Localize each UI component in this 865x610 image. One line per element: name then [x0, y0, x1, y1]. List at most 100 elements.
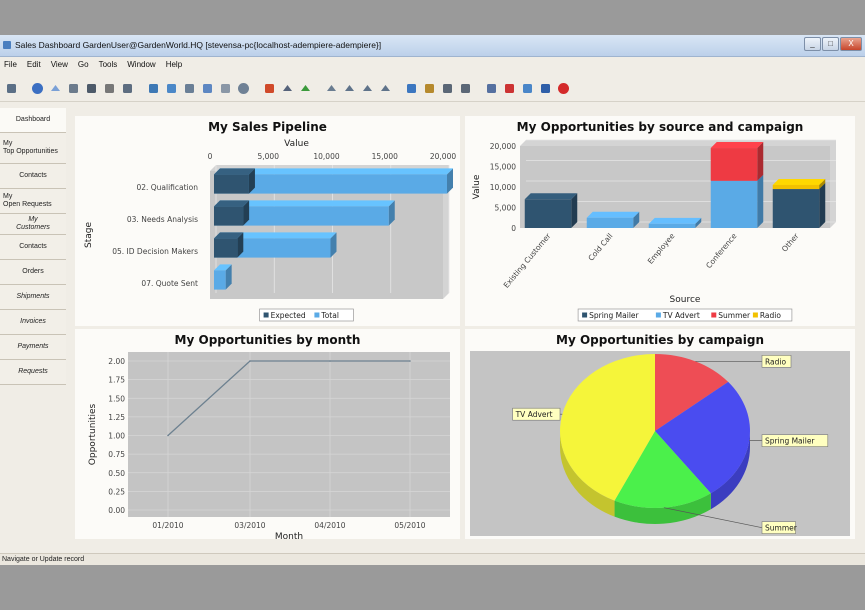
refresh-icon[interactable] — [147, 82, 160, 95]
print-preview-icon[interactable] — [441, 82, 454, 95]
bar-segment — [772, 189, 820, 228]
close-button[interactable]: X — [840, 37, 862, 51]
toolbar — [0, 75, 865, 102]
dashboard-area: My Sales Pipeline Value 0 5,000 10,000 15,000… — [70, 113, 860, 541]
plot-area — [128, 352, 450, 517]
legend-swatch — [752, 312, 758, 318]
sidebar-item-label: Payments — [17, 343, 49, 350]
first-record-icon[interactable] — [325, 82, 338, 95]
sidebar-item-open-requests[interactable]: My Open Requests — [0, 189, 66, 214]
menu-help[interactable]: Help — [166, 60, 182, 69]
y-tick-label: 0.00 — [108, 506, 125, 515]
last-record-icon[interactable] — [379, 82, 392, 95]
bar-top — [524, 193, 578, 200]
delete-selection-icon[interactable] — [103, 82, 116, 95]
help-icon[interactable] — [31, 82, 44, 95]
legend-swatch — [582, 312, 588, 318]
y-tick-label: 5,000 — [495, 204, 517, 213]
y-axis-label: Opportunities — [88, 403, 98, 465]
sidebar-item-dashboard[interactable]: Dashboard — [0, 108, 66, 133]
back-icon[interactable] — [281, 82, 294, 95]
minimize-button[interactable]: _ — [804, 37, 821, 51]
archive-icon[interactable] — [423, 82, 436, 95]
y-axis-label: Value — [472, 174, 482, 199]
find-icon[interactable] — [165, 82, 178, 95]
print-icon[interactable] — [459, 82, 472, 95]
sidebar-item-label: Shipments — [16, 293, 50, 300]
sidebar-item-orders[interactable]: Orders — [0, 260, 66, 285]
title-bar: Sales Dashboard GardenUser@GardenWorld.H… — [0, 35, 865, 57]
y-tick-label: 0 — [511, 224, 516, 233]
y-tick-label: 1.25 — [108, 413, 125, 422]
window-title: Sales Dashboard GardenUser@GardenWorld.H… — [15, 40, 382, 50]
menu-bar: File Edit View Go Tools Window Help — [0, 57, 865, 72]
next-record-icon[interactable] — [361, 82, 374, 95]
x-tick-label: 10,000 — [313, 152, 339, 161]
report-icon[interactable] — [405, 82, 418, 95]
request-icon[interactable] — [521, 82, 534, 95]
end-icon[interactable] — [557, 82, 570, 95]
y-axis-label: Stage — [84, 222, 94, 248]
menu-view[interactable]: View — [51, 60, 68, 69]
icon-shape — [381, 84, 390, 91]
x-tick-label: Employee — [646, 231, 677, 266]
menu-go[interactable]: Go — [78, 60, 89, 69]
bar-top — [648, 217, 702, 224]
data-point — [329, 360, 331, 362]
x-tick-label: 0 — [208, 152, 213, 161]
bar-side — [819, 183, 826, 228]
sidebar-item-requests[interactable]: Requests — [0, 360, 66, 385]
legend-label: Spring Mailer — [589, 311, 639, 320]
history-icon[interactable] — [237, 82, 250, 95]
menu-window[interactable]: Window — [127, 60, 155, 69]
sidebar-item-top-opportunities[interactable]: My Top Opportunities — [0, 133, 66, 164]
slice-label: Radio — [765, 357, 786, 366]
sidebar-item-customer-contacts[interactable]: Contacts — [0, 235, 66, 260]
menu-edit[interactable]: Edit — [27, 60, 41, 69]
menu-file[interactable]: File — [4, 60, 17, 69]
x-tick-label: 04/2010 — [314, 521, 345, 530]
sales-pipeline-chart: My Sales Pipeline Value 0 5,000 10,000 15,000… — [84, 120, 456, 322]
sidebar-item-contacts[interactable]: Contacts — [0, 164, 66, 189]
grid-toggle-icon[interactable] — [219, 82, 232, 95]
slice-label: Spring Mailer — [765, 437, 815, 446]
attachment-icon[interactable] — [183, 82, 196, 95]
sidebar-item-invoices[interactable]: Invoices — [0, 310, 66, 335]
bar-top — [214, 200, 250, 207]
maximize-button[interactable]: □ — [822, 37, 839, 51]
sidebar-item-customers[interactable]: My Customers — [0, 214, 66, 235]
copy-icon[interactable] — [67, 82, 80, 95]
bar-top — [772, 178, 826, 185]
x-axis-label: Value — [284, 139, 309, 149]
forward-icon[interactable] — [299, 82, 312, 95]
sidebar-item-label: Contacts — [19, 243, 47, 250]
zoom-across-icon[interactable] — [485, 82, 498, 95]
icon-shape — [443, 83, 452, 93]
home-icon[interactable] — [263, 82, 276, 95]
bar-segment — [586, 217, 634, 228]
bar-segment — [710, 180, 758, 228]
sidebar-item-shipments[interactable]: Shipments — [0, 285, 66, 310]
y-tick-label: 1.00 — [108, 432, 125, 441]
menu-tools[interactable]: Tools — [99, 60, 118, 69]
slice-label: TV Advert — [515, 410, 553, 419]
sidebar-item-label: My Open Requests — [3, 193, 52, 208]
new-record-icon[interactable] — [49, 82, 62, 95]
chat-icon[interactable] — [201, 82, 214, 95]
bar-expected — [214, 206, 244, 226]
sidebar-item-payments[interactable]: Payments — [0, 335, 66, 360]
undo-icon[interactable] — [5, 82, 18, 95]
legend-swatch — [314, 312, 320, 318]
product-info-icon[interactable] — [539, 82, 552, 95]
y-tick-label: 07. Quote Sent — [141, 279, 198, 288]
save-icon[interactable] — [121, 82, 134, 95]
bar-segment — [524, 199, 572, 228]
icon-shape — [7, 83, 16, 93]
active-workflows-icon[interactable] — [503, 82, 516, 95]
y-tick-label: 2.00 — [108, 357, 125, 366]
previous-record-icon[interactable] — [343, 82, 356, 95]
delete-icon[interactable] — [85, 82, 98, 95]
x-tick-label: Existing Customer — [502, 231, 554, 290]
application-window: Sales Dashboard GardenUser@GardenWorld.H… — [0, 35, 865, 566]
bar-top — [710, 142, 764, 149]
